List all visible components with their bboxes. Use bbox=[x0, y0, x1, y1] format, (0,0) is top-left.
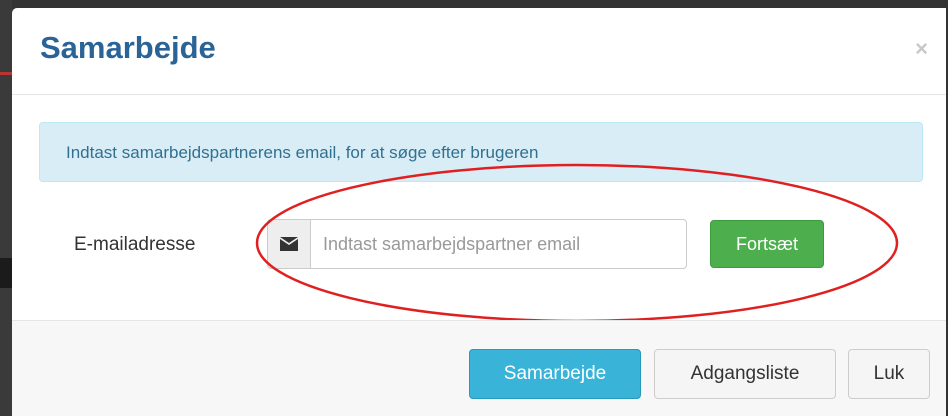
email-input[interactable] bbox=[311, 219, 687, 269]
close-button[interactable]: Luk bbox=[848, 349, 930, 399]
modal-footer: Samarbejde Adgangsliste Luk bbox=[12, 320, 946, 416]
collaborate-button[interactable]: Samarbejde bbox=[469, 349, 641, 399]
info-alert: Indtast samarbejdspartnerens email, for … bbox=[39, 122, 923, 182]
envelope-icon bbox=[267, 219, 311, 269]
backdrop-accent bbox=[0, 72, 12, 75]
email-label: E-mailadresse bbox=[74, 234, 196, 255]
backdrop-fragment bbox=[0, 258, 12, 288]
continue-button[interactable]: Fortsæt bbox=[710, 220, 824, 268]
collaborate-modal: Samarbejde × Indtast samarbejdspartneren… bbox=[12, 8, 946, 416]
modal-header: Samarbejde × bbox=[12, 8, 946, 95]
backdrop bbox=[0, 0, 12, 416]
email-input-group bbox=[267, 219, 687, 269]
modal-title: Samarbejde bbox=[40, 30, 216, 65]
close-icon[interactable]: × bbox=[915, 38, 928, 60]
access-list-button[interactable]: Adgangsliste bbox=[654, 349, 836, 399]
